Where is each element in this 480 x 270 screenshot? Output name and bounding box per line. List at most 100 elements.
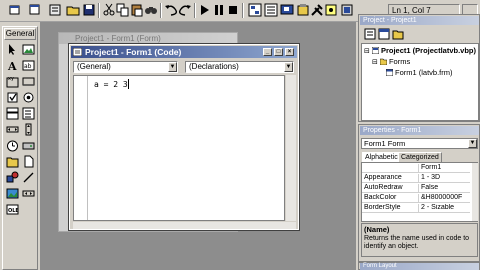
toolbox-icon[interactable] bbox=[310, 3, 324, 17]
properties-title: Properties - Form1 bbox=[360, 126, 479, 135]
form-layout-title: Form Layout bbox=[360, 263, 479, 270]
property-row[interactable]: Form1 bbox=[362, 164, 470, 173]
menu-editor-icon[interactable] bbox=[48, 3, 62, 17]
tree-item-form1[interactable]: Form1 (latvb.frm) bbox=[386, 68, 453, 77]
timer-icon[interactable] bbox=[6, 139, 19, 152]
properties-icon[interactable] bbox=[264, 3, 278, 17]
vertical-scrollbar[interactable] bbox=[286, 75, 296, 221]
svg-text:OLE: OLE bbox=[8, 208, 19, 214]
data-icon[interactable] bbox=[22, 187, 35, 200]
text-cursor-icon bbox=[128, 79, 131, 89]
code-editor[interactable]: a = 2 3 bbox=[73, 75, 285, 221]
tree-item-forms-label: Forms bbox=[388, 57, 411, 66]
chevron-down-icon[interactable]: ▼ bbox=[468, 139, 477, 148]
project-explorer-icon[interactable] bbox=[248, 3, 262, 17]
listbox-icon[interactable] bbox=[22, 107, 35, 120]
filelistbox-icon[interactable] bbox=[22, 155, 35, 168]
tree-item-forms[interactable]: ⊟ Forms bbox=[372, 57, 410, 66]
image-icon[interactable] bbox=[6, 187, 19, 200]
object-browser-icon[interactable] bbox=[296, 3, 310, 17]
close-button[interactable]: × bbox=[285, 48, 294, 56]
label-icon[interactable]: A bbox=[6, 59, 19, 72]
code-margin bbox=[74, 76, 88, 220]
form-icon bbox=[386, 69, 393, 76]
procedure-combo-value: (Declarations) bbox=[189, 62, 239, 71]
tab-alphabetic[interactable]: Alphabetic bbox=[362, 152, 401, 162]
tree-item-form1-label: Form1 (latvb.frm) bbox=[395, 68, 453, 77]
toolbox-tab-general[interactable]: General bbox=[4, 28, 36, 40]
form-designer-title: Project1 - Form1 (Form) bbox=[59, 33, 237, 44]
chevron-down-icon[interactable]: ▼ bbox=[168, 62, 177, 72]
minimize-button[interactable]: _ bbox=[263, 48, 272, 56]
properties-object-selector[interactable]: Form1 Form ▼ bbox=[361, 138, 478, 149]
break-icon[interactable] bbox=[212, 3, 226, 17]
line-icon[interactable] bbox=[22, 171, 35, 184]
toolbox-panel: General A ab xy OLE bbox=[2, 26, 38, 270]
commandbutton-icon[interactable] bbox=[22, 75, 35, 88]
textbox-icon[interactable]: ab bbox=[22, 59, 35, 72]
property-description-title: (Name) bbox=[364, 225, 390, 234]
property-row[interactable]: AutoRedraw False bbox=[362, 184, 470, 193]
ole-icon[interactable]: OLE bbox=[6, 203, 19, 216]
property-row[interactable]: BackColor &H8000000F bbox=[362, 194, 470, 203]
project-icon bbox=[371, 47, 379, 54]
save-icon[interactable] bbox=[82, 3, 96, 17]
copy-icon[interactable] bbox=[116, 3, 130, 17]
drivelistbox-icon[interactable] bbox=[22, 139, 35, 152]
tab-categorized[interactable]: Categorized bbox=[398, 152, 442, 162]
code-window-icon bbox=[73, 48, 82, 56]
frame-icon[interactable]: xy bbox=[6, 75, 19, 88]
find-icon[interactable] bbox=[144, 3, 158, 17]
combobox-icon[interactable] bbox=[6, 107, 19, 120]
checkbox-icon[interactable] bbox=[6, 91, 19, 104]
properties-scrollbar[interactable] bbox=[472, 163, 478, 221]
toggle-folders-icon[interactable] bbox=[392, 28, 404, 40]
project-tree: ⊟ Project1 (Projectlatvb.vbp) ⊟ Forms Fo… bbox=[361, 43, 479, 121]
code-line: a = 2 3 bbox=[94, 80, 128, 89]
tree-item-project[interactable]: ⊟ Project1 (Projectlatvb.vbp) bbox=[364, 46, 476, 55]
properties-grid: Form1 Appearance 1 - 3D AutoRedraw False B… bbox=[361, 162, 478, 222]
dirlistbox-icon[interactable] bbox=[6, 155, 19, 168]
form-layout-panel: Form Layout bbox=[358, 262, 480, 270]
project-explorer-title: Project - Project1 bbox=[360, 16, 479, 25]
folder-icon bbox=[379, 58, 387, 65]
code-window-titlebar[interactable]: Project1 - Form1 (Code) _ □ × bbox=[71, 46, 297, 58]
data-view-icon[interactable] bbox=[324, 3, 338, 17]
maximize-button[interactable]: □ bbox=[274, 48, 283, 56]
optionbutton-icon[interactable] bbox=[22, 91, 35, 104]
property-description: (Name) Returns the name used in code to … bbox=[361, 223, 478, 257]
form-layout-icon[interactable] bbox=[280, 3, 294, 17]
svg-text:A: A bbox=[7, 60, 17, 72]
undo-icon[interactable] bbox=[164, 3, 178, 17]
view-object-icon[interactable] bbox=[378, 28, 390, 40]
object-combo[interactable]: (General) ▼ bbox=[73, 61, 178, 73]
properties-object-value: Form1 Form bbox=[364, 139, 406, 148]
chevron-down-icon[interactable]: ▼ bbox=[284, 62, 293, 72]
procedure-combo[interactable]: (Declarations) ▼ bbox=[185, 61, 294, 73]
end-icon[interactable] bbox=[226, 3, 240, 17]
paste-icon[interactable] bbox=[130, 3, 144, 17]
property-description-text: Returns the name used in code to identif… bbox=[364, 235, 470, 250]
component-manager-icon[interactable] bbox=[340, 3, 354, 17]
view-code-icon[interactable] bbox=[364, 28, 376, 40]
run-icon[interactable] bbox=[198, 3, 212, 17]
pointer-icon[interactable] bbox=[6, 43, 19, 56]
code-window[interactable]: Project1 - Form1 (Code) _ □ × (General) … bbox=[68, 43, 300, 231]
add-project-icon[interactable] bbox=[8, 3, 22, 17]
shape-icon[interactable] bbox=[6, 171, 19, 184]
object-combo-value: (General) bbox=[77, 62, 111, 71]
open-icon[interactable] bbox=[66, 3, 80, 17]
project-explorer-panel: Project - Project1 ⊟ Project1 (Projectla… bbox=[358, 14, 480, 122]
property-row[interactable]: BorderStyle 2 - Sizable bbox=[362, 204, 470, 213]
picturebox-icon[interactable] bbox=[22, 43, 35, 56]
redo-icon[interactable] bbox=[178, 3, 192, 17]
hscrollbar-icon[interactable] bbox=[6, 123, 19, 136]
svg-text:ab: ab bbox=[24, 63, 32, 70]
project-explorer-toolbar bbox=[360, 26, 479, 42]
property-row[interactable]: Appearance 1 - 3D bbox=[362, 174, 470, 183]
vscrollbar-icon[interactable] bbox=[22, 123, 35, 136]
svg-text:xy: xy bbox=[8, 76, 14, 82]
cut-icon[interactable] bbox=[102, 3, 116, 17]
horizontal-scrollbar[interactable] bbox=[73, 222, 296, 229]
add-form-icon[interactable] bbox=[28, 3, 42, 17]
